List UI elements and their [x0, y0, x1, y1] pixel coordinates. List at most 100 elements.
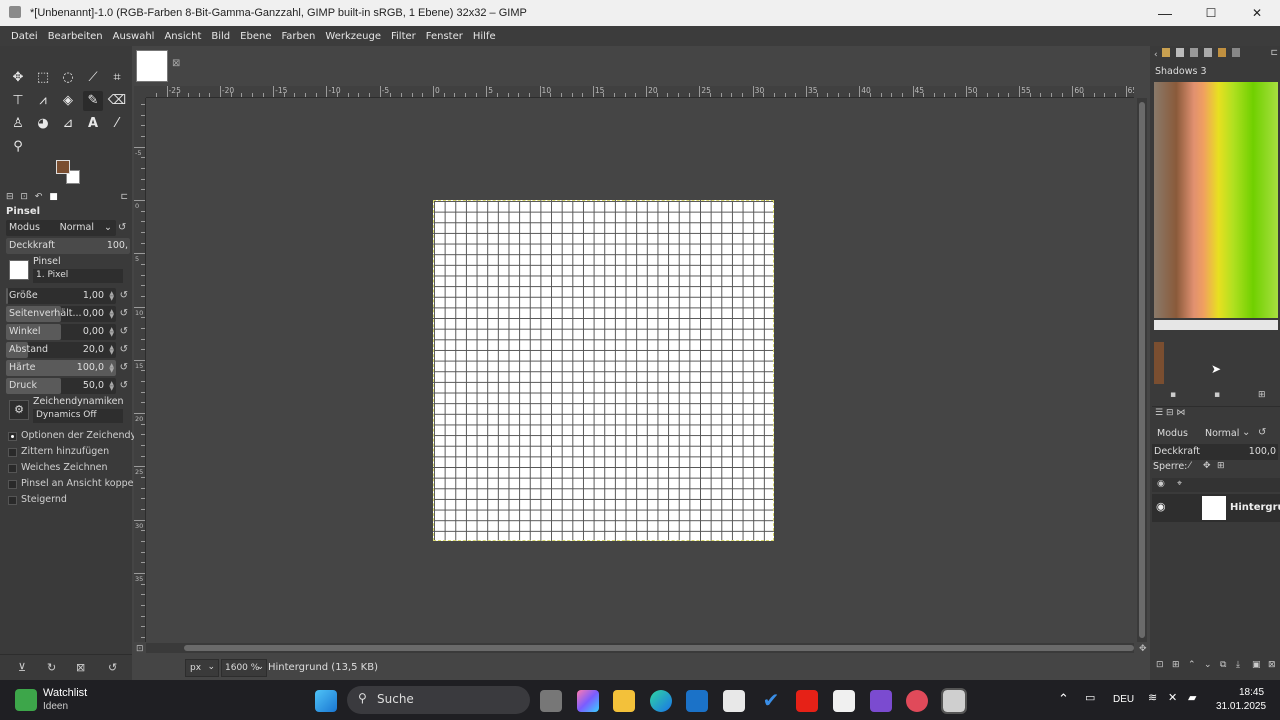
lower-layer-icon[interactable]: ⌄ — [1204, 660, 1212, 670]
gradient-stops-bar[interactable] — [1154, 320, 1278, 330]
file-explorer-icon[interactable] — [613, 690, 635, 712]
youtube-icon[interactable] — [796, 690, 818, 712]
slider-control[interactable]: Härte 100,0 ▲ ▼ — [6, 360, 116, 376]
vertical-scrollbar[interactable] — [1137, 98, 1147, 642]
gradient-edit-icon[interactable]: ▪ — [1170, 390, 1176, 400]
merge-layer-icon[interactable]: ⤓ — [1236, 660, 1240, 670]
horizontal-scroll-thumb[interactable] — [184, 645, 1134, 651]
media-app-icon[interactable] — [906, 690, 928, 712]
brush-preview[interactable] — [9, 260, 29, 280]
gradient-color-swatch[interactable] — [1154, 342, 1164, 384]
bucket-fill-tool-icon[interactable]: ◈ — [58, 91, 78, 111]
device-status-tab-icon[interactable]: ⊡ — [20, 192, 28, 202]
menu-bearbeiten[interactable]: Bearbeiten — [43, 31, 108, 42]
clock-date[interactable]: 31.01.2025 — [1216, 701, 1266, 712]
lock-alpha-icon[interactable]: ⊞ — [1217, 461, 1225, 471]
close-button[interactable]: ✕ — [1234, 0, 1280, 26]
menu-filter[interactable]: Filter — [386, 31, 421, 42]
gradient-preview[interactable] — [1154, 82, 1278, 318]
image-tab-thumbnail[interactable] — [136, 50, 168, 82]
copilot-icon[interactable] — [577, 690, 599, 712]
reset-options-icon[interactable]: ↺ — [108, 661, 117, 674]
configure-tab-icon[interactable]: ⊏ — [120, 192, 128, 202]
paths-tab-icon[interactable]: ⋈ — [1176, 408, 1185, 418]
vertical-scroll-thumb[interactable] — [1139, 102, 1145, 638]
keyboard-language[interactable]: DEU — [1113, 694, 1134, 705]
menu-fenster[interactable]: Fenster — [421, 31, 468, 42]
tray-chevron-up-icon[interactable]: ⌃ — [1058, 691, 1069, 707]
palettes-tab-icon[interactable] — [1231, 48, 1240, 57]
transform-tool-icon[interactable]: ⊤ — [8, 91, 28, 111]
images-tab-icon[interactable]: ■ — [49, 192, 58, 202]
menu-farben[interactable]: Farben — [276, 31, 320, 42]
tool-options-tab-icon[interactable]: ⊟ — [6, 192, 14, 202]
unit-select[interactable]: px ⌄ — [185, 659, 219, 677]
dynamics-icon[interactable]: ⚙ — [9, 400, 29, 420]
menu-datei[interactable]: Datei — [6, 31, 43, 42]
mode-reset-icon[interactable]: ↺ — [118, 222, 126, 233]
paintbrush-tool-icon[interactable]: ✎ — [83, 91, 103, 111]
slider-control[interactable]: Druck 50,0 ▲ ▼ — [6, 378, 116, 394]
undo-history-tab-icon[interactable]: ↶ — [35, 192, 43, 202]
smudge-tool-icon[interactable]: ◕ — [33, 114, 53, 134]
eraser-tool-icon[interactable]: ⌫ — [107, 91, 127, 111]
mask-layer-icon[interactable]: ▣ — [1252, 660, 1261, 670]
spin-arrows-icon[interactable]: ▲ ▼ — [109, 363, 114, 374]
brushes-tab-icon[interactable] — [1162, 48, 1171, 57]
paths-tool-icon[interactable]: ⊿ — [58, 114, 78, 134]
slider-reset-icon[interactable]: ↺ — [120, 290, 128, 301]
clone-tool-icon[interactable]: ♙ — [8, 114, 28, 134]
todo-icon[interactable]: ✔ — [760, 690, 782, 712]
spin-arrows-icon[interactable]: ▲ ▼ — [109, 291, 114, 302]
tray-display-icon[interactable]: ▭ — [1085, 691, 1095, 704]
delete-layer-icon[interactable]: ⊠ — [1268, 660, 1276, 670]
outlook-icon[interactable] — [686, 690, 708, 712]
slider-control[interactable]: Seitenverhält... 0,00 ▲ ▼ — [6, 306, 116, 322]
gradients-tab-icon[interactable] — [1217, 48, 1226, 57]
fonts-tab-icon[interactable] — [1190, 48, 1199, 57]
layer-opacity-slider[interactable]: Deckkraft 100,0 — [1152, 444, 1278, 460]
crop-tool-icon[interactable]: ⌗ — [107, 68, 127, 88]
lock-pixels-icon[interactable]: ⁄ — [1189, 461, 1191, 471]
layer-mode-reset-icon[interactable]: ↺ — [1258, 427, 1266, 438]
slider-reset-icon[interactable]: ↺ — [120, 362, 128, 373]
checkbox-box[interactable] — [8, 448, 17, 457]
horizontal-scrollbar[interactable] — [146, 643, 1134, 653]
clipchamp-icon[interactable] — [870, 690, 892, 712]
slider-control[interactable]: Winkel 0,00 ▲ ▼ — [6, 324, 116, 340]
checkbox-box[interactable] — [8, 464, 17, 473]
quick-mask-icon[interactable]: ⊡ — [136, 644, 144, 654]
rect-select-tool-icon[interactable]: ⬚ — [33, 68, 53, 88]
new-group-icon[interactable]: ⊞ — [1172, 660, 1180, 670]
battery-icon[interactable]: ▰ — [1188, 691, 1196, 704]
brush-name-field[interactable]: 1. Pixel — [33, 269, 123, 283]
text-tool-icon[interactable]: A — [83, 114, 103, 134]
slider-control[interactable]: Abstand 20,0 ▲ ▼ — [6, 342, 116, 358]
menu-auswahl[interactable]: Auswahl — [108, 31, 160, 42]
wifi-icon[interactable]: ≋ — [1148, 691, 1157, 704]
patterns-tab-icon[interactable] — [1176, 48, 1185, 57]
spin-arrows-icon[interactable]: ▲ ▼ — [109, 309, 114, 320]
vertical-ruler[interactable]: -5 0 5 10 15 20 25 30 35 — [134, 98, 146, 642]
delete-options-icon[interactable]: ⊠ — [76, 661, 85, 674]
layer-name[interactable]: Hintergrun — [1230, 502, 1280, 513]
lock-position-icon[interactable]: ✥ — [1203, 461, 1211, 471]
slider-control[interactable]: Größe 1,00 ▲ ▼ — [6, 288, 116, 304]
dynamics-name-field[interactable]: Dynamics Off — [33, 409, 123, 423]
gradient-refresh-icon[interactable]: ⊞ — [1258, 390, 1266, 400]
gimp-taskbar-icon[interactable] — [941, 688, 967, 714]
layers-tab-icon[interactable]: ☰ — [1155, 408, 1163, 418]
widget-title[interactable]: Watchlist — [43, 687, 87, 699]
spin-arrows-icon[interactable]: ▲ ▼ — [109, 345, 114, 356]
menu-bild[interactable]: Bild — [206, 31, 235, 42]
move-tool-icon[interactable]: ✥ — [8, 68, 28, 88]
layer-row[interactable]: ◉ Hintergrun — [1152, 494, 1280, 522]
configure-tab-icon[interactable]: ⊏ — [1270, 48, 1278, 58]
clock-time[interactable]: 18:45 — [1239, 687, 1264, 698]
checkbox-box[interactable] — [8, 496, 17, 505]
checkbox-box[interactable] — [8, 480, 17, 489]
menu-ansicht[interactable]: Ansicht — [159, 31, 206, 42]
new-layer-icon[interactable]: ⊡ — [1156, 660, 1164, 670]
document-history-tab-icon[interactable] — [1204, 48, 1213, 57]
zoom-tool-icon[interactable]: ⚲ — [8, 137, 28, 157]
